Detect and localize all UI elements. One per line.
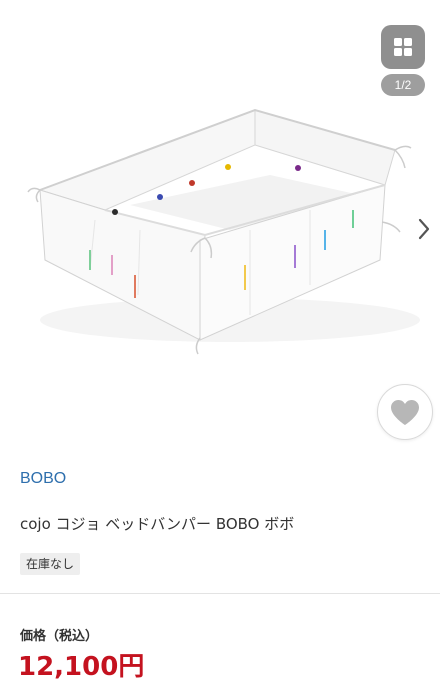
brand-link[interactable]: BOBO	[20, 470, 66, 488]
image-grid-button[interactable]	[381, 25, 425, 69]
product-image-bed-bumper[interactable]	[20, 70, 420, 370]
product-image-gallery[interactable]: 1/2	[0, 0, 440, 456]
stock-status-badge: 在庫なし	[20, 553, 81, 575]
favorite-button[interactable]	[377, 384, 433, 440]
chevron-right-icon	[418, 218, 430, 240]
price-label: 価格（税込）	[20, 629, 99, 644]
product-name: cojo コジョ ベッドバンパー BOBO ボボ	[20, 515, 295, 533]
price-value: 12,100円	[18, 652, 145, 682]
image-counter: 1/2	[381, 74, 425, 96]
section-divider	[0, 593, 440, 594]
next-image-button[interactable]	[412, 214, 436, 244]
grid-icon	[394, 38, 412, 56]
heart-icon	[391, 399, 419, 425]
